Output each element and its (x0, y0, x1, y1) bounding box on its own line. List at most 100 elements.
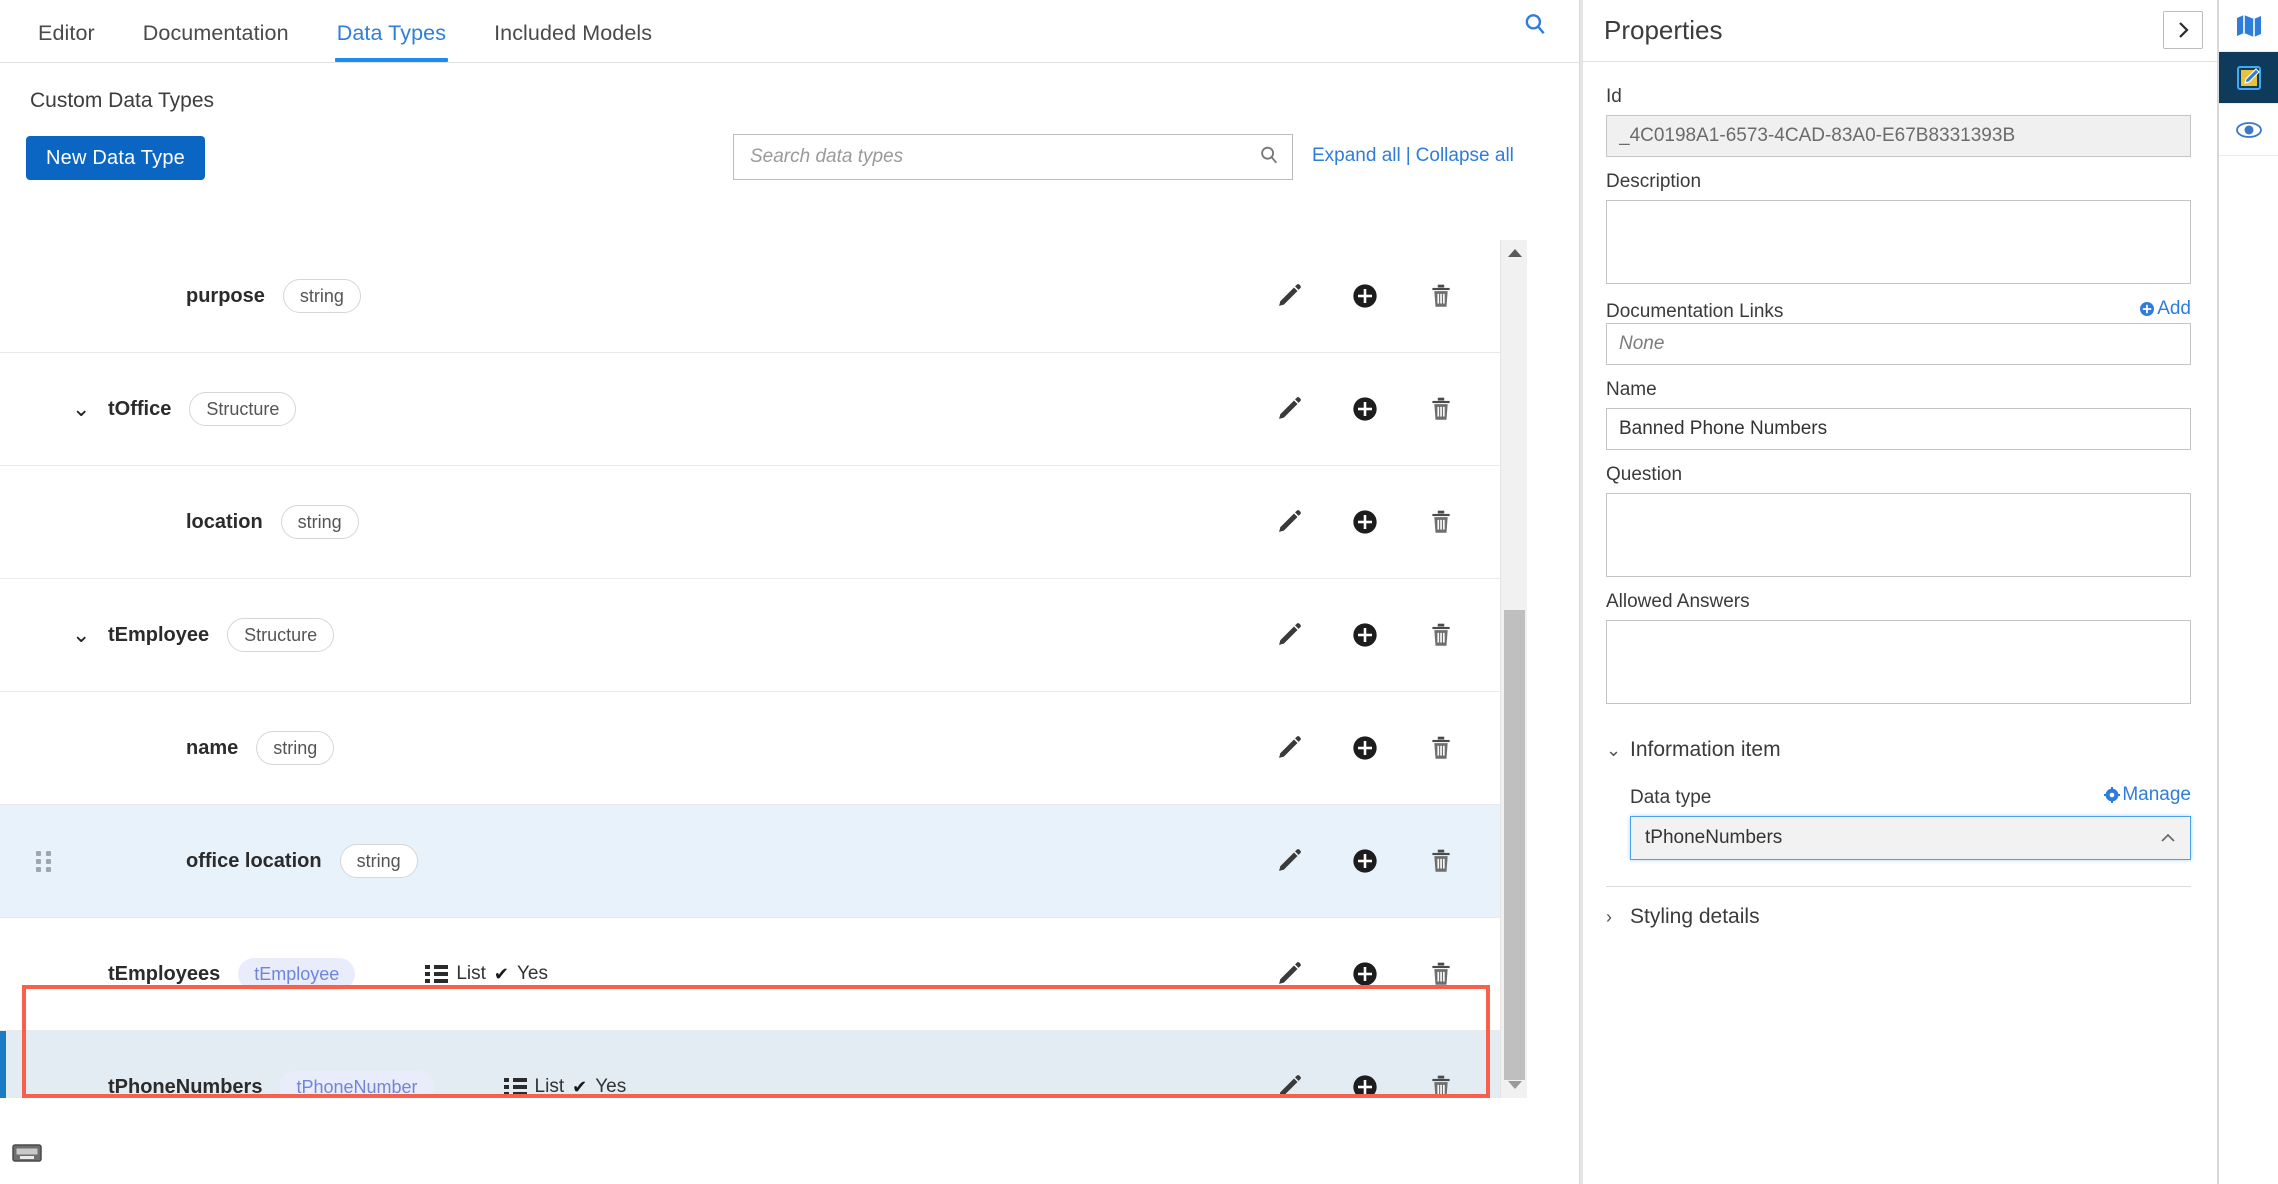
add-icon[interactable] (1350, 281, 1380, 311)
data-types-list: purpose string ⌄ tOffice Structure location st… (0, 240, 1540, 1098)
add-icon[interactable] (1350, 846, 1380, 876)
main-panel: Editor Documentation Data Types Included Mo… (0, 0, 1580, 1184)
tab-included-models[interactable]: Included Models (470, 21, 676, 62)
map-icon[interactable] (2219, 0, 2278, 52)
row-list-info: List ✔ Yes (503, 1076, 627, 1098)
allowed-answers-label: Allowed Answers (1606, 591, 1750, 612)
delete-icon[interactable] (1426, 281, 1456, 311)
edit-icon[interactable] (1274, 846, 1304, 876)
properties-panel: Properties Id Description Documentation … (1580, 0, 2218, 1184)
add-label: Add (2157, 298, 2191, 319)
table-row[interactable]: tPhoneNumbers tPhoneNumber List ✔ Yes (0, 1031, 1512, 1098)
question-field[interactable] (1606, 493, 2191, 577)
table-row[interactable]: purpose string (0, 240, 1512, 353)
new-data-type-button[interactable]: New Data Type (26, 136, 205, 180)
table-row[interactable]: tEmployees tEmployee List ✔ Yes (0, 918, 1512, 1031)
data-type-select[interactable]: tPhoneNumbers (1630, 816, 2191, 860)
edit-icon[interactable] (1274, 1072, 1304, 1098)
panel-resizer[interactable] (1580, 0, 1583, 1184)
table-row[interactable]: location string (0, 466, 1512, 579)
list-value: Yes (595, 1076, 627, 1097)
search-icon[interactable] (1519, 8, 1551, 40)
chevron-down-icon: ⌄ (1606, 739, 1622, 760)
add-documentation-link-button[interactable]: Add (2139, 298, 2191, 320)
description-field[interactable] (1606, 200, 2191, 284)
name-field[interactable] (1606, 408, 2191, 450)
table-row[interactable]: ⌄ tOffice Structure (0, 353, 1512, 466)
styling-details-section-header[interactable]: › Styling details (1606, 905, 2191, 929)
list-label: List (534, 1076, 565, 1097)
delete-icon[interactable] (1426, 846, 1456, 876)
delete-icon[interactable] (1426, 394, 1456, 424)
edit-icon[interactable] (1274, 959, 1304, 989)
list-toolbar: New Data Type Expand all|Collapse all (0, 127, 1579, 189)
data-type-rows: purpose string ⌄ tOffice Structure location st… (0, 240, 1512, 1098)
edit-icon[interactable] (1274, 733, 1304, 763)
row-actions (1274, 507, 1456, 537)
scroll-up-button[interactable] (1501, 240, 1528, 266)
keyboard-icon[interactable] (12, 1142, 42, 1164)
links-separator: | (1405, 145, 1411, 166)
chevron-right-icon: › (1606, 906, 1612, 927)
list-icon (503, 1078, 527, 1096)
row-list-info: List ✔ Yes (425, 963, 548, 985)
edit-icon[interactable] (1274, 620, 1304, 650)
table-row[interactable]: name string (0, 692, 1512, 805)
add-icon[interactable] (1350, 959, 1380, 989)
data-type-label: Data type (1630, 787, 1712, 808)
collapse-all-link[interactable]: Collapse all (1416, 145, 1514, 166)
delete-icon[interactable] (1426, 733, 1456, 763)
row-name: office location (186, 849, 322, 872)
name-label: Name (1606, 379, 1657, 400)
section-divider (1606, 886, 2191, 887)
row-name: tOffice (108, 397, 172, 420)
manage-label: Manage (2122, 784, 2191, 805)
information-item-label: Information item (1630, 738, 1781, 761)
information-item-body: Data type Manage tPhoneNumbers (1606, 784, 2191, 860)
list-scrollbar[interactable] (1500, 240, 1527, 1098)
search-data-types-field[interactable] (733, 134, 1293, 180)
table-row[interactable]: office location string (0, 805, 1512, 918)
drag-handle-icon[interactable] (36, 851, 58, 872)
row-name: tEmployee (108, 623, 210, 646)
search-icon[interactable] (1258, 144, 1280, 171)
row-name: purpose (186, 284, 265, 307)
row-expand-caret-icon[interactable]: ⌄ (72, 398, 90, 420)
scroll-down-button[interactable] (1501, 1072, 1528, 1098)
delete-icon[interactable] (1426, 1072, 1456, 1098)
chevron-up-icon (2160, 827, 2176, 849)
documentation-links-label: Documentation Links (1606, 301, 1784, 322)
documentation-links-field[interactable] (1606, 323, 2191, 365)
edit-icon[interactable] (1274, 281, 1304, 311)
add-icon[interactable] (1350, 733, 1380, 763)
scrollbar-thumb[interactable] (1504, 610, 1525, 1080)
eye-preview-icon[interactable] (2219, 104, 2278, 156)
expand-all-link[interactable]: Expand all (1312, 145, 1401, 166)
row-actions (1274, 620, 1456, 650)
tab-documentation[interactable]: Documentation (119, 21, 313, 62)
manage-data-types-button[interactable]: Manage (2104, 784, 2191, 806)
delete-icon[interactable] (1426, 959, 1456, 989)
add-icon[interactable] (1350, 394, 1380, 424)
allowed-answers-field[interactable] (1606, 620, 2191, 704)
search-input[interactable] (748, 145, 1258, 169)
gear-icon (2104, 787, 2121, 803)
information-item-section-header[interactable]: ⌄ Information item (1606, 738, 2191, 762)
delete-icon[interactable] (1426, 620, 1456, 650)
add-icon[interactable] (1350, 620, 1380, 650)
add-icon[interactable] (1350, 1072, 1380, 1098)
id-field (1606, 115, 2191, 157)
tab-editor[interactable]: Editor (14, 21, 119, 62)
row-expand-caret-icon[interactable]: ⌄ (72, 624, 90, 646)
edit-icon[interactable] (1274, 507, 1304, 537)
edit-icon[interactable] (1274, 394, 1304, 424)
collapse-panel-button[interactable] (2163, 11, 2203, 49)
row-type-chip: Structure (189, 392, 297, 426)
expand-collapse-links: Expand all | Collapse all (1312, 145, 1514, 167)
edit-model-icon[interactable] (2219, 52, 2278, 104)
delete-icon[interactable] (1426, 507, 1456, 537)
row-name: tPhoneNumbers (108, 1075, 263, 1098)
add-icon[interactable] (1350, 507, 1380, 537)
tab-data-types[interactable]: Data Types (313, 21, 470, 62)
table-row[interactable]: ⌄ tEmployee Structure (0, 579, 1512, 692)
